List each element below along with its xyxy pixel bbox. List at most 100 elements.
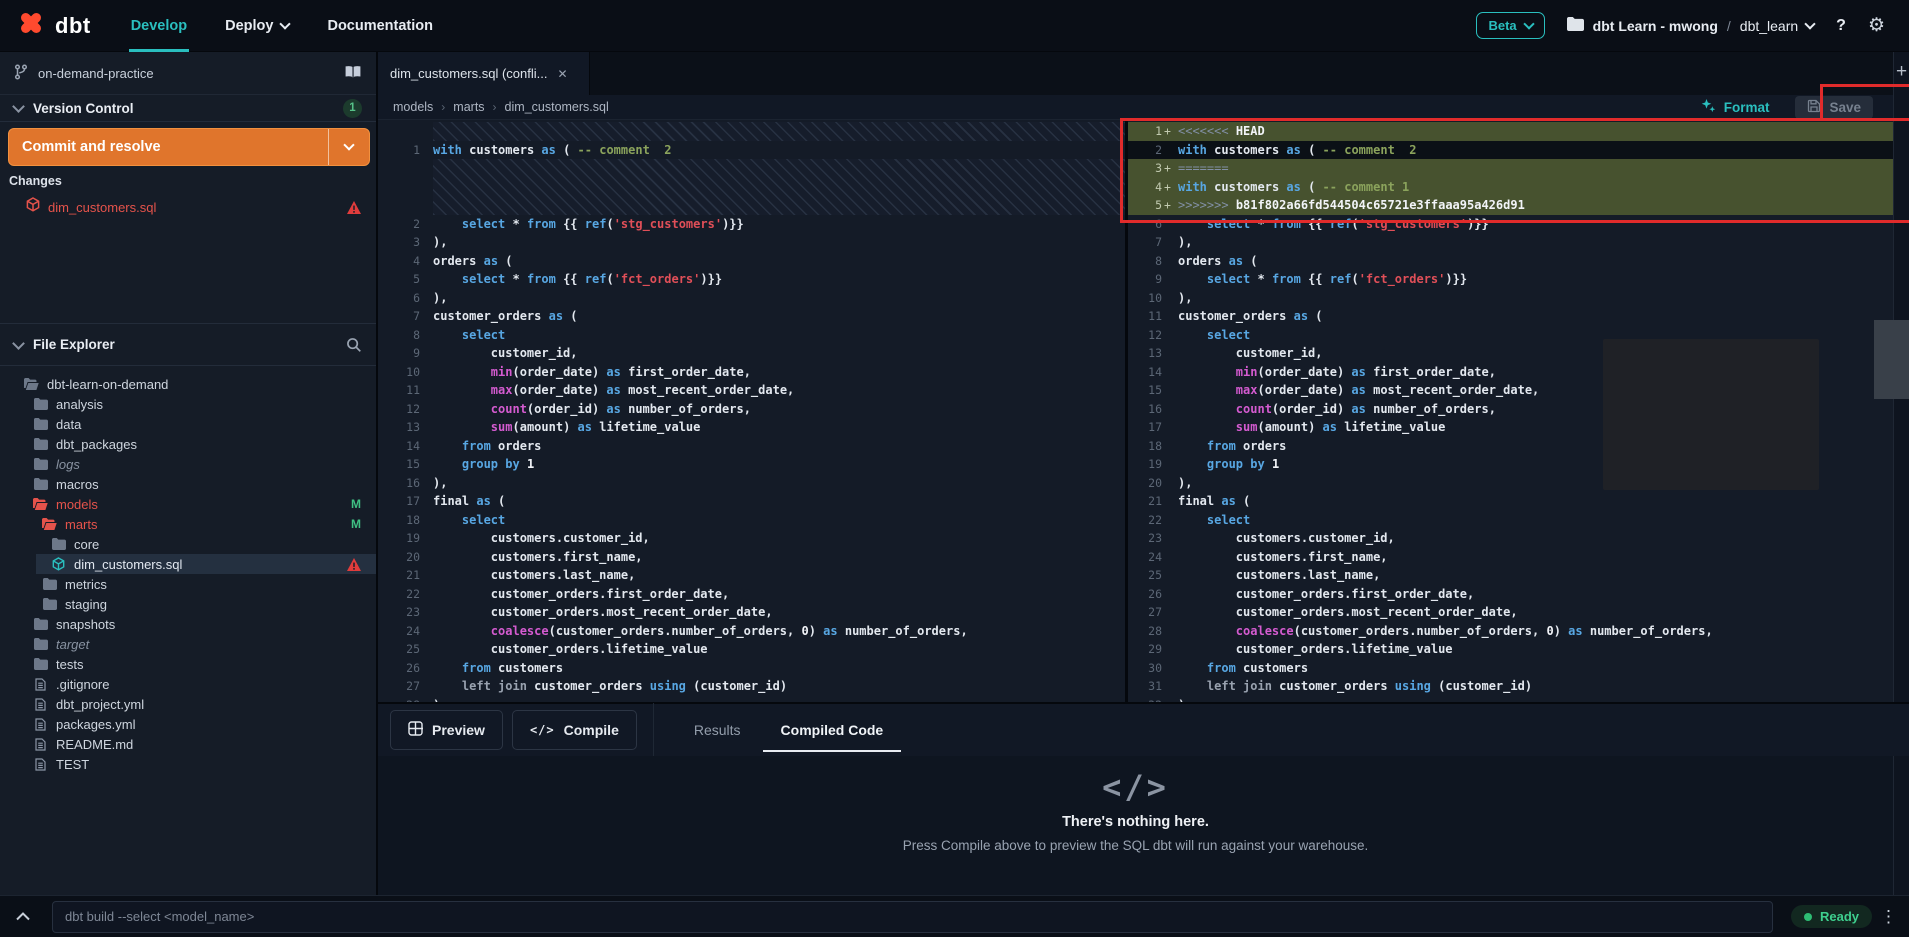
- code-line[interactable]: 26 from customers: [378, 659, 1125, 678]
- code-line[interactable]: 3+=======: [1128, 159, 1893, 178]
- code-line[interactable]: 10 min(order_date) as first_order_date,: [378, 363, 1125, 382]
- file-tree-item-logs[interactable]: logs: [0, 454, 376, 474]
- project-switcher[interactable]: dbt Learn - mwong / dbt_learn: [1567, 17, 1815, 34]
- file-tree-item-data[interactable]: data: [0, 414, 376, 434]
- file-tree-item-analysis[interactable]: analysis: [0, 394, 376, 414]
- status-badge[interactable]: Ready: [1791, 905, 1872, 928]
- beta-badge[interactable]: Beta: [1476, 12, 1544, 39]
- code-line[interactable]: 24 coalesce(customer_orders.number_of_or…: [378, 622, 1125, 641]
- file-tree-item-macros[interactable]: macros: [0, 474, 376, 494]
- project-env[interactable]: dbt_learn: [1740, 18, 1814, 34]
- commit-and-resolve-button[interactable]: Commit and resolve: [8, 128, 370, 166]
- file-tree-item-packages.yml[interactable]: packages.yml: [0, 714, 376, 734]
- file-tree-item-snapshots[interactable]: snapshots: [0, 614, 376, 634]
- code-line[interactable]: 18 select: [378, 511, 1125, 530]
- file-tree-item-target[interactable]: target: [0, 634, 376, 654]
- code-line[interactable]: 24 customers.first_name,: [1128, 548, 1893, 567]
- format-button[interactable]: Format: [1701, 98, 1770, 116]
- code-line[interactable]: 31 left join customer_orders using (cust…: [1128, 677, 1893, 696]
- code-line[interactable]: 7),: [1128, 233, 1893, 252]
- git-branch-row[interactable]: on-demand-practice: [0, 52, 376, 95]
- nav-documentation[interactable]: Documentation: [327, 0, 433, 52]
- code-line[interactable]: 9 select * from {{ ref('fct_orders')}}: [1128, 270, 1893, 289]
- file-tree-item-dbt_packages[interactable]: dbt_packages: [0, 434, 376, 454]
- code-line[interactable]: 2 select * from {{ ref('stg_customers')}…: [378, 215, 1125, 234]
- code-line[interactable]: 4orders as (: [378, 252, 1125, 271]
- version-control-header[interactable]: Version Control 1: [0, 95, 376, 122]
- search-icon[interactable]: [346, 337, 362, 353]
- file-tree-item-dbt-learn-on-demand[interactable]: dbt-learn-on-demand: [0, 374, 376, 394]
- docs-book-icon[interactable]: [344, 65, 362, 82]
- code-line[interactable]: 8orders as (: [1128, 252, 1893, 271]
- code-line[interactable]: 13 sum(amount) as lifetime_value: [378, 418, 1125, 437]
- file-tree-item-.gitignore[interactable]: .gitignore: [0, 674, 376, 694]
- code-line[interactable]: 25 customer_orders.lifetime_value: [378, 640, 1125, 659]
- code-line[interactable]: 14 from orders: [378, 437, 1125, 456]
- file-tree-item-README.md[interactable]: README.md: [0, 734, 376, 754]
- code-line[interactable]: 1with customers as ( -- comment 2: [378, 141, 1125, 160]
- file-explorer-header[interactable]: File Explorer: [0, 323, 376, 366]
- code-line[interactable]: 19 customers.customer_id,: [378, 529, 1125, 548]
- code-line[interactable]: 1+<<<<<<< HEAD: [1128, 122, 1893, 141]
- editor-pane-left[interactable]: 1with customers as ( -- comment 2 2 selec…: [378, 120, 1125, 702]
- code-line[interactable]: 26 customer_orders.first_order_date,: [1128, 585, 1893, 604]
- file-tree-item-staging[interactable]: staging: [0, 594, 376, 614]
- gear-icon[interactable]: ⚙: [1868, 16, 1885, 35]
- breadcrumb-models[interactable]: models: [393, 100, 433, 114]
- code-line[interactable]: 20 customers.first_name,: [378, 548, 1125, 567]
- code-line[interactable]: 22 select: [1128, 511, 1893, 530]
- code-line[interactable]: 5+>>>>>>> b81f802a66fd544504c65721e3ffaa…: [1128, 196, 1893, 215]
- code-line[interactable]: 8 select: [378, 326, 1125, 345]
- code-line[interactable]: 16),: [378, 474, 1125, 493]
- code-line[interactable]: 28 coalesce(customer_orders.number_of_or…: [1128, 622, 1893, 641]
- command-input[interactable]: [52, 901, 1773, 933]
- code-line[interactable]: 22 customer_orders.first_order_date,: [378, 585, 1125, 604]
- file-tree-item-TEST[interactable]: TEST: [0, 754, 376, 774]
- file-tree-item-dim_customers.sql[interactable]: dim_customers.sql: [0, 554, 376, 574]
- code-line[interactable]: 11customer_orders as (: [1128, 307, 1893, 326]
- tab-compiled-code[interactable]: Compiled Code: [781, 703, 884, 757]
- file-tree-item-tests[interactable]: tests: [0, 654, 376, 674]
- breadcrumb-file[interactable]: dim_customers.sql: [505, 100, 609, 114]
- code-line[interactable]: 15 group by 1: [378, 455, 1125, 474]
- code-line[interactable]: 6),: [378, 289, 1125, 308]
- code-line[interactable]: 7customer_orders as (: [378, 307, 1125, 326]
- scrollbar-thumb[interactable]: [1874, 320, 1909, 399]
- dbt-logo[interactable]: dbt: [16, 8, 91, 43]
- code-line[interactable]: 6 select * from {{ ref('stg_customers')}…: [1128, 215, 1893, 234]
- code-line[interactable]: 5 select * from {{ ref('fct_orders')}}: [378, 270, 1125, 289]
- save-button[interactable]: Save: [1795, 96, 1873, 119]
- code-line[interactable]: 2with customers as ( -- comment 2: [1128, 141, 1893, 160]
- code-line[interactable]: 23 customer_orders.most_recent_order_dat…: [378, 603, 1125, 622]
- code-line[interactable]: 25 customers.last_name,: [1128, 566, 1893, 585]
- file-tree-item-dbt_project.yml[interactable]: dbt_project.yml: [0, 694, 376, 714]
- code-line[interactable]: 30 from customers: [1128, 659, 1893, 678]
- file-tree-item-core[interactable]: core: [0, 534, 376, 554]
- help-icon[interactable]: ?: [1836, 17, 1846, 35]
- file-tree-item-models[interactable]: modelsM: [0, 494, 376, 514]
- code-line[interactable]: 12 count(order_id) as number_of_orders,: [378, 400, 1125, 419]
- preview-button[interactable]: Preview: [390, 710, 503, 750]
- chevron-up-icon[interactable]: [16, 912, 30, 921]
- breadcrumb-marts[interactable]: marts: [453, 100, 484, 114]
- code-line[interactable]: 21final as (: [1128, 492, 1893, 511]
- code-line[interactable]: 27 left join customer_orders using (cust…: [378, 677, 1125, 696]
- commit-options-chevron[interactable]: [328, 129, 369, 165]
- compile-button[interactable]: </> Compile: [512, 710, 637, 750]
- code-line[interactable]: 23 customers.customer_id,: [1128, 529, 1893, 548]
- kebab-menu-icon[interactable]: ⋮: [1880, 908, 1897, 925]
- new-tab-icon[interactable]: +: [1894, 62, 1909, 81]
- tab-results[interactable]: Results: [694, 703, 741, 757]
- nav-develop[interactable]: Develop: [131, 0, 187, 52]
- file-tree-item-metrics[interactable]: metrics: [0, 574, 376, 594]
- code-line[interactable]: 11 max(order_date) as most_recent_order_…: [378, 381, 1125, 400]
- nav-deploy[interactable]: Deploy: [225, 0, 289, 52]
- code-line[interactable]: 17final as (: [378, 492, 1125, 511]
- file-tree-item-marts[interactable]: martsM: [0, 514, 376, 534]
- code-line[interactable]: 10),: [1128, 289, 1893, 308]
- code-line[interactable]: 9 customer_id,: [378, 344, 1125, 363]
- code-line[interactable]: 3),: [378, 233, 1125, 252]
- close-icon[interactable]: ✕: [558, 67, 568, 81]
- code-line[interactable]: 29 customer_orders.lifetime_value: [1128, 640, 1893, 659]
- code-line[interactable]: 21 customers.last_name,: [378, 566, 1125, 585]
